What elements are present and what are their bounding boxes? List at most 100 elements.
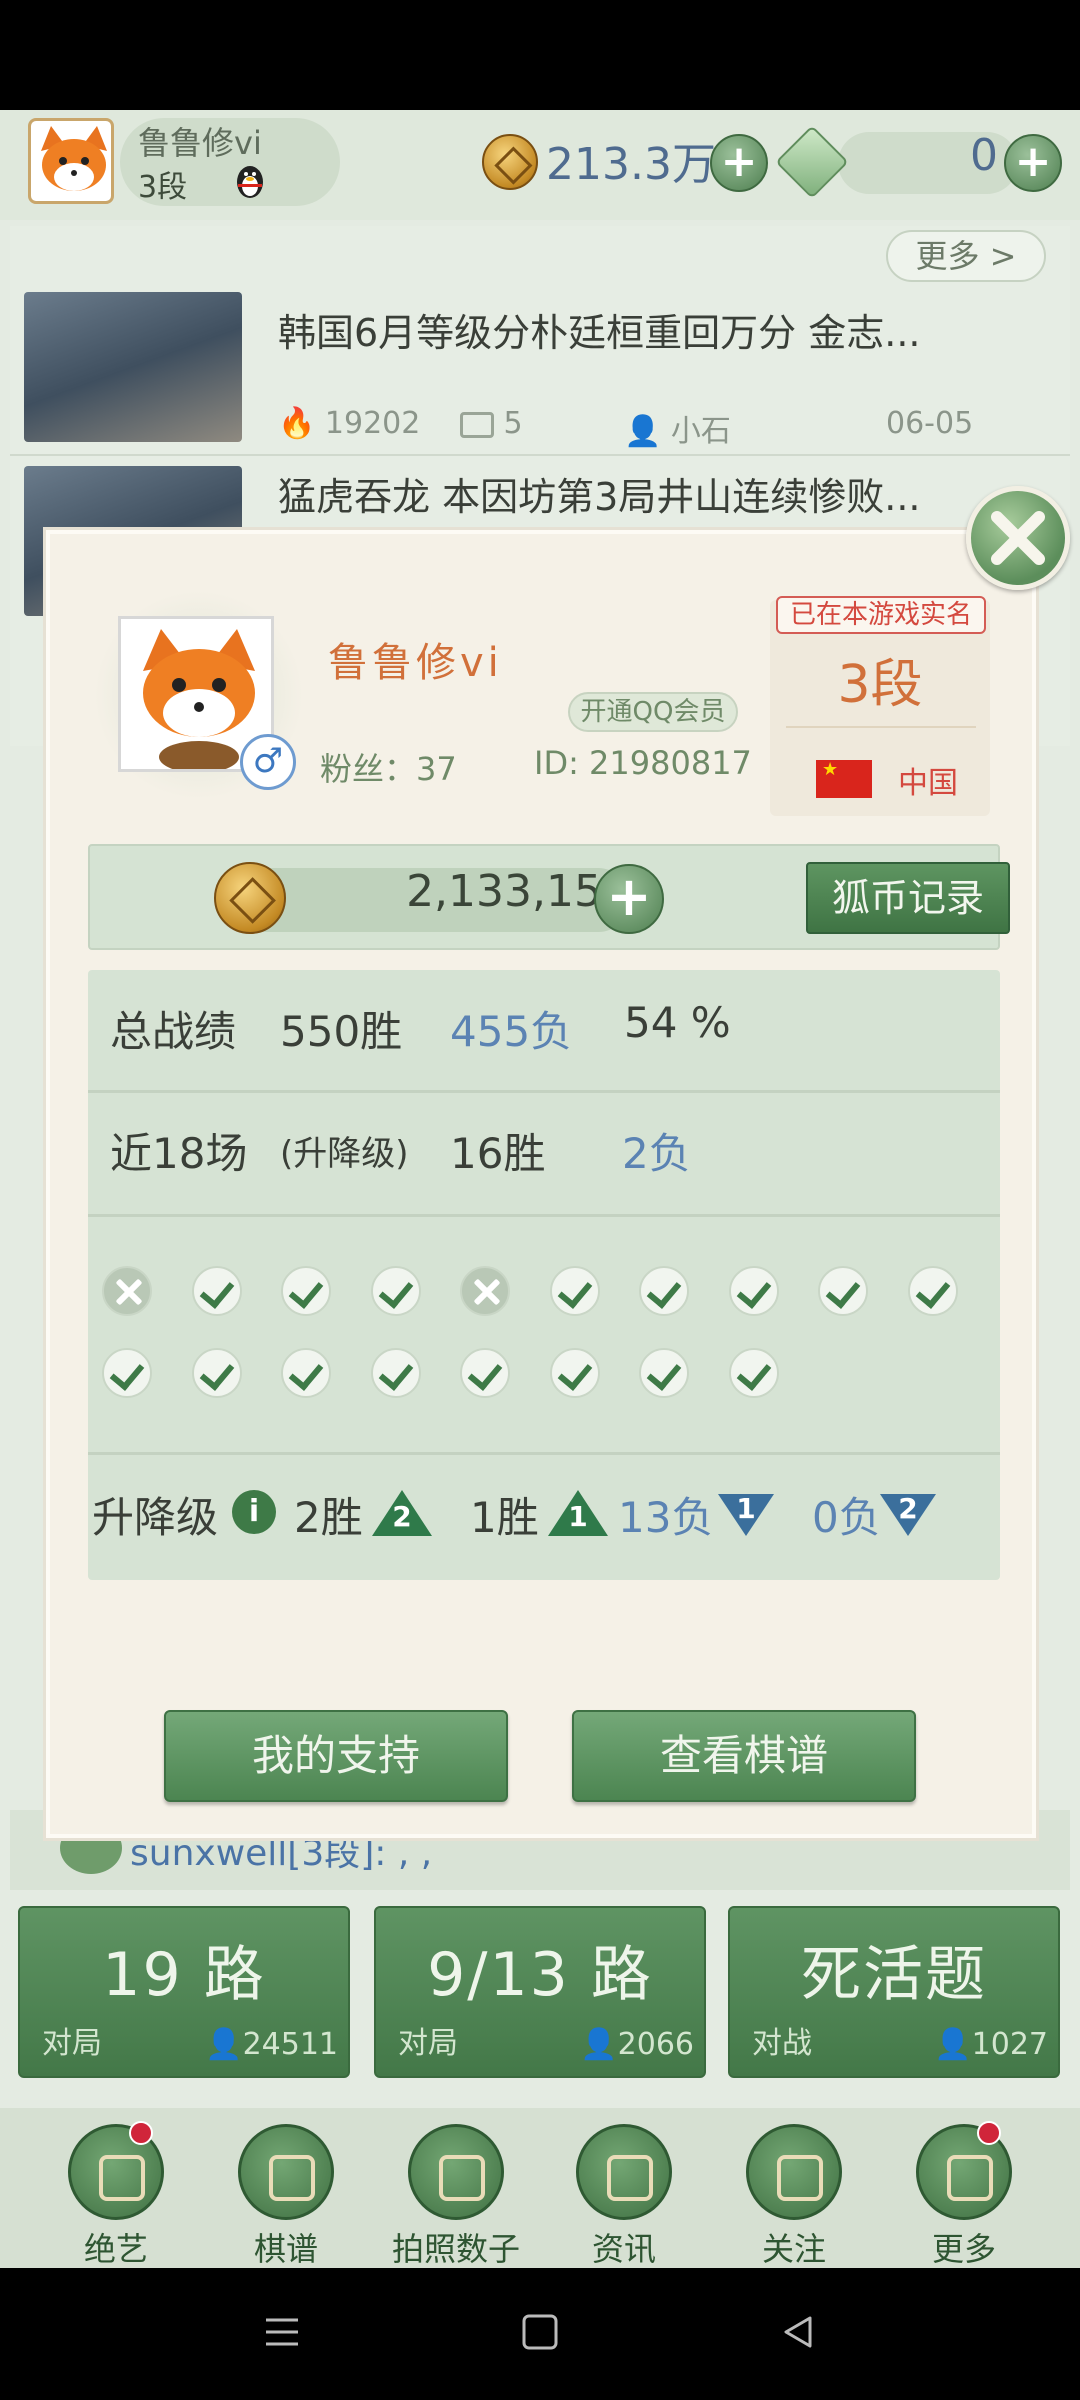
close-dialog-button[interactable] — [966, 486, 1070, 590]
recent-label: 近18场 — [110, 1129, 248, 1178]
male-gender-icon: ♂ — [240, 734, 296, 790]
divider — [88, 1214, 1000, 1217]
loss-x-icon — [460, 1266, 510, 1316]
topbar-gems: 0 — [970, 130, 998, 181]
mode-player-count: 👤1027 — [934, 2027, 1048, 2062]
more-icon — [916, 2121, 1012, 2220]
profile-name: 鲁鲁修vi — [328, 640, 503, 686]
promo-item-text: 2胜 — [294, 1493, 363, 1542]
nav-jueyi[interactable]: 绝艺 — [46, 2121, 186, 2268]
home-icon[interactable] — [520, 2312, 560, 2352]
nav-label: 关注 — [761, 2230, 826, 2268]
mode-card-9-13[interactable]: 9/13 路 对局 👤2066 — [374, 1906, 706, 2078]
add-coins-button[interactable]: + — [594, 864, 664, 934]
win-check-icon — [549, 1348, 600, 1398]
win-rate: 54 % — [624, 998, 731, 1047]
profile-rank: 3段 — [837, 655, 923, 715]
info-icon[interactable]: i — [232, 1490, 276, 1534]
win-check-icon — [191, 1348, 242, 1398]
win-check-icon — [907, 1266, 958, 1316]
nav-label: 棋谱 — [253, 2230, 318, 2268]
win-check-icon — [370, 1348, 421, 1398]
win-check-icon — [549, 1266, 600, 1316]
add-coins-button[interactable]: + — [710, 134, 768, 192]
mode-card-19[interactable]: 19 路 对局 👤24511 — [18, 1906, 350, 2078]
nav-news[interactable]: 资讯 — [554, 2124, 694, 2268]
divider — [10, 454, 1070, 456]
coin-panel: 2,133,159 + 狐币记录 — [88, 844, 1010, 950]
back-icon[interactable] — [778, 2312, 818, 2352]
camera-icon — [408, 2124, 504, 2220]
win-check-icon — [460, 1348, 510, 1398]
divider — [786, 726, 976, 728]
mode-player-count: 👤2066 — [580, 2027, 694, 2062]
news-title: 猛虎吞龙 本因坊第3局井山连续惨败... — [278, 475, 921, 519]
news-views: 🔥 19202 — [278, 406, 420, 441]
topbar-rank: 3段 — [138, 170, 188, 205]
recent-losses: 2负 — [622, 1129, 691, 1178]
news-author-name: 小石 — [670, 414, 731, 449]
win-check-icon — [728, 1348, 779, 1398]
nav-label: 拍照数子 — [391, 2230, 520, 2268]
promo-item-num: 2 — [392, 1500, 412, 1533]
china-flag-icon — [816, 760, 872, 798]
divider — [88, 1090, 1000, 1093]
add-gems-button[interactable]: + — [1004, 134, 1062, 192]
topbar-username: 鲁鲁修vi — [138, 124, 262, 162]
news-icon — [576, 2124, 672, 2220]
nav-kifu[interactable]: 棋谱 — [216, 2124, 356, 2268]
user-avatar[interactable] — [28, 118, 114, 204]
win-check-icon — [281, 1348, 331, 1398]
my-support-button[interactable]: 我的支持 — [164, 1710, 508, 1802]
news-title: 韩国6月等级分朴廷桓重回万分 金志... — [278, 311, 921, 355]
more-news-button[interactable]: 更多 > — [886, 230, 1046, 282]
comment-icon — [460, 411, 494, 438]
news-item[interactable]: 韩国6月等级分朴廷桓重回万分 金志... 🔥 19202 5 👤 小石 06-0… — [10, 286, 1070, 449]
system-navigation-bar — [0, 2268, 1080, 2400]
divider — [88, 1452, 1000, 1455]
mode-card-life-death[interactable]: 死活题 对战 👤1027 — [728, 1906, 1060, 2078]
qq-vip-button[interactable]: 开通QQ会员 — [568, 692, 738, 732]
top-bar: 鲁鲁修vi 3段 213.3万 + 0 + — [0, 110, 1080, 220]
news-date: 06-05 — [886, 406, 974, 441]
realname-badge: 已在本游戏实名 — [776, 596, 986, 634]
mode-player-count: 👤24511 — [205, 2027, 338, 2062]
person-icon: 👤 — [205, 2027, 243, 2062]
promo-item-num: 1 — [736, 1492, 756, 1525]
win-check-icon — [102, 1348, 152, 1398]
coin-record-button[interactable]: 狐币记录 — [806, 862, 1010, 934]
bottom-nav: 绝艺 棋谱 拍照数子 资讯 关注 更多 — [0, 2108, 1080, 2268]
promo-item-text: 1胜 — [470, 1493, 539, 1542]
close-icon — [991, 511, 1045, 565]
promo-item-num: 2 — [898, 1492, 918, 1525]
notification-dot — [129, 2121, 153, 2145]
profile-dialog: ♂ 鲁鲁修vi 开通QQ会员 粉丝：37 ID: 21980817 已在本游戏实… — [46, 530, 1036, 1838]
gem-icon — [775, 125, 849, 199]
profile-fans: 粉丝：37 — [320, 750, 457, 788]
jueyi-icon — [68, 2121, 164, 2220]
win-check-icon — [639, 1266, 689, 1316]
promo-item-text: 0负 — [812, 1493, 881, 1542]
nav-more[interactable]: 更多 — [894, 2121, 1034, 2268]
win-check-icon — [818, 1266, 868, 1316]
nav-photo-count[interactable]: 拍照数子 — [386, 2124, 526, 2268]
profile-id: ID: 21980817 — [534, 744, 752, 782]
recent-type: (升降级) — [280, 1134, 409, 1174]
win-check-icon — [728, 1266, 779, 1316]
notification-dot — [977, 2121, 1001, 2145]
nav-follow[interactable]: 关注 — [724, 2124, 864, 2268]
kifu-icon — [238, 2124, 334, 2220]
view-kifu-button[interactable]: 查看棋谱 — [572, 1710, 916, 1802]
phone-screen: 鲁鲁修vi 3段 213.3万 + 0 + 更多 > 韩国6月等级分朴廷桓重回万… — [0, 0, 1080, 2400]
person-icon: 👤 — [624, 414, 662, 449]
promo-item-text: 13负 — [618, 1493, 714, 1542]
profile-country: 中国 — [898, 766, 958, 801]
total-wins: 550胜 — [280, 1007, 403, 1056]
total-record-label: 总战绩 — [110, 1007, 237, 1056]
menu-icon[interactable] — [262, 2312, 302, 2352]
nav-label: 资讯 — [591, 2230, 656, 2268]
coin-icon — [482, 134, 538, 190]
person-icon: 👤 — [580, 2027, 618, 2062]
follow-icon — [746, 2124, 842, 2220]
news-views-count: 19202 — [324, 406, 421, 441]
